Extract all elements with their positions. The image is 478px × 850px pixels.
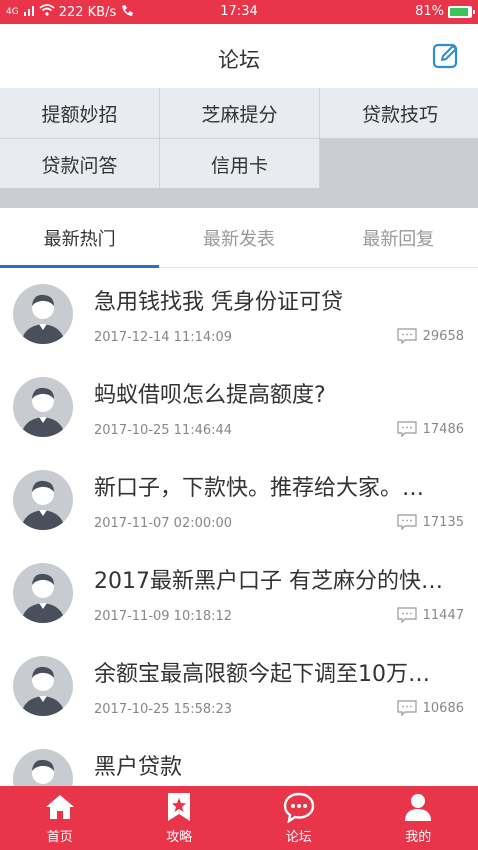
- post-comment-count: 17135: [397, 514, 464, 530]
- tab-latest-published[interactable]: 最新发表: [159, 208, 318, 267]
- battery-icon: [448, 5, 475, 18]
- nav-profile-label: 我的: [405, 830, 432, 845]
- section-divider: [0, 188, 478, 208]
- nav-forum-label: 论坛: [285, 830, 312, 845]
- clock: 17:34: [220, 4, 258, 19]
- comment-icon: [397, 421, 417, 437]
- nav-guide[interactable]: 攻略: [120, 786, 240, 850]
- tab-latest-replies[interactable]: 最新回复: [319, 208, 478, 267]
- post-list: 急用钱找我 凭身份证可贷 2017-12-14 11:14:09 29658 蚂…: [0, 268, 478, 786]
- category-grid: 提额妙招 芝麻提分 贷款技巧 贷款问答 信用卡: [0, 88, 478, 189]
- edit-icon[interactable]: [432, 42, 460, 70]
- nav-profile[interactable]: 我的: [359, 786, 478, 850]
- category-empty-cell: [320, 139, 478, 189]
- list-item[interactable]: 余额宝最高限额今起下调至10万… 2017-10-25 15:58:23 106…: [0, 640, 478, 733]
- nav-home[interactable]: 首页: [0, 786, 120, 850]
- post-date: 2017-10-25 11:46:44: [94, 423, 233, 438]
- post-date: 2017-10-25 15:58:23: [94, 702, 233, 717]
- avatar: [13, 656, 73, 716]
- nav-forum[interactable]: 论坛: [239, 786, 359, 850]
- category-credit-card[interactable]: 信用卡: [160, 139, 319, 189]
- bottom-nav: 首页 攻略 论坛 我的: [0, 786, 478, 850]
- tab-latest-hot[interactable]: 最新热门: [0, 208, 160, 268]
- category-dai-kuan-ji-qiao[interactable]: 贷款技巧: [320, 88, 478, 138]
- category-dai-kuan-wen-da[interactable]: 贷款问答: [0, 139, 159, 189]
- category-tie-e-miao-zhao[interactable]: 提额妙招: [0, 88, 159, 138]
- comment-count: 29658: [422, 328, 464, 344]
- post-title: 蚂蚁借呗怎么提高额度?: [94, 383, 326, 408]
- avatar: [13, 470, 73, 530]
- user-icon: [405, 794, 432, 821]
- post-comment-count: 11447: [397, 607, 464, 623]
- comment-icon: [397, 607, 417, 623]
- post-title: 黑户贷款: [94, 755, 183, 780]
- list-item[interactable]: 蚂蚁借呗怎么提高额度? 2017-10-25 11:46:44 17486: [0, 361, 478, 454]
- avatar: [13, 284, 73, 344]
- comment-icon: [397, 700, 417, 716]
- avatar: [13, 377, 73, 437]
- avatar: [13, 749, 73, 786]
- list-item[interactable]: 新口子，下款快。推荐给大家。… 2017-11-07 02:00:00 1713…: [0, 454, 478, 547]
- post-date: 2017-11-09 10:18:12: [94, 609, 233, 624]
- list-item[interactable]: 2017最新黑户口子 有芝麻分的快… 2017-11-09 10:18:12 1…: [0, 547, 478, 640]
- battery-percent: 81%: [415, 4, 444, 19]
- status-bar: 4G 222 KB/s 17:34 81%: [0, 0, 478, 24]
- post-comment-count: 17486: [397, 421, 464, 437]
- post-title: 急用钱找我 凭身份证可贷: [94, 290, 343, 315]
- nav-home-label: 首页: [46, 830, 73, 845]
- comment-count: 10686: [422, 700, 464, 716]
- post-comment-count: 10686: [397, 700, 464, 716]
- comment-icon: [397, 514, 417, 530]
- post-title: 余额宝最高限额今起下调至10万…: [94, 662, 430, 687]
- list-item[interactable]: 急用钱找我 凭身份证可贷 2017-12-14 11:14:09 29658: [0, 268, 478, 361]
- status-right: 81%: [415, 4, 475, 19]
- page-header: 论坛: [0, 24, 478, 88]
- nav-guide-label: 攻略: [166, 830, 193, 845]
- page-title: 论坛: [218, 48, 260, 72]
- comment-count: 17135: [422, 514, 464, 530]
- bookmark-star-icon: [168, 793, 191, 821]
- post-tabs: 最新热门 最新发表 最新回复: [0, 208, 478, 268]
- comment-count: 17486: [422, 421, 464, 437]
- post-title: 新口子，下款快。推荐给大家。…: [94, 476, 425, 501]
- comment-count: 11447: [422, 607, 464, 623]
- post-comment-count: 29658: [397, 328, 464, 344]
- chat-bubble-icon: [283, 792, 314, 823]
- post-date: 2017-12-14 11:14:09: [94, 330, 233, 345]
- avatar: [13, 563, 73, 623]
- category-zhi-ma-ti-fen[interactable]: 芝麻提分: [160, 88, 319, 138]
- post-title: 2017最新黑户口子 有芝麻分的快…: [94, 569, 443, 594]
- post-date: 2017-11-07 02:00:00: [94, 516, 233, 531]
- list-item[interactable]: 黑户贷款: [0, 733, 478, 786]
- comment-icon: [397, 328, 417, 344]
- home-icon: [45, 795, 74, 819]
